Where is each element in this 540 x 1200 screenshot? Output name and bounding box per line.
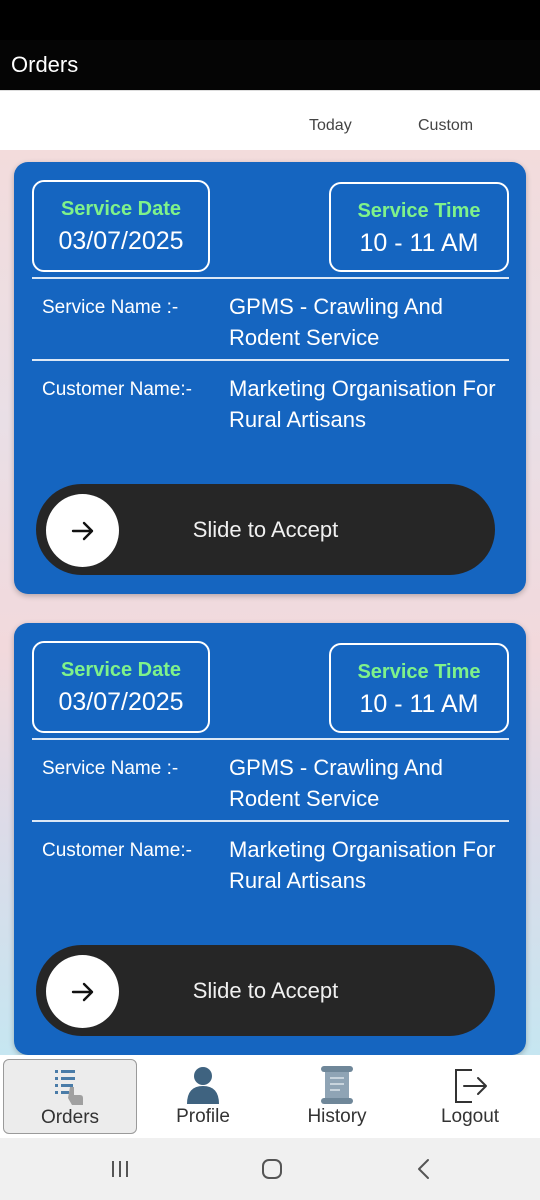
- scroll-icon: [321, 1066, 353, 1104]
- service-time-box: Service Time 10 - 11 AM: [329, 182, 509, 272]
- arrow-right-icon: [71, 521, 93, 540]
- status-bar: [0, 0, 540, 40]
- app-bar: Orders: [0, 40, 540, 90]
- nav-item-logout[interactable]: Logout: [403, 1059, 537, 1134]
- person-icon: [187, 1067, 219, 1104]
- service-name-label: Service Name :-: [42, 758, 179, 779]
- divider: [32, 820, 509, 822]
- customer-name-label: Customer Name:-: [42, 379, 192, 400]
- divider: [32, 359, 509, 361]
- divider: [32, 277, 509, 279]
- home-icon[interactable]: [252, 1154, 292, 1184]
- slider-handle[interactable]: [46, 955, 119, 1028]
- nav-label: Profile: [176, 1106, 230, 1127]
- slider-handle[interactable]: [46, 494, 119, 567]
- orders-list-icon: [55, 1070, 83, 1105]
- service-date-value: 03/07/2025: [58, 227, 184, 255]
- bottom-nav: Orders Profile History Logout: [0, 1055, 540, 1138]
- service-time-label: Service Time: [357, 661, 481, 683]
- nav-label: Logout: [440, 1106, 500, 1127]
- order-card: Service Date 03/07/2025 Service Time 10 …: [14, 623, 526, 1055]
- back-icon[interactable]: [404, 1154, 444, 1184]
- service-time-label: Service Time: [357, 200, 481, 222]
- divider: [32, 738, 509, 740]
- service-date-box: Service Date 03/07/2025: [32, 641, 210, 733]
- slide-to-accept[interactable]: Slide to Accept: [36, 945, 495, 1036]
- customer-name-label: Customer Name:-: [42, 840, 192, 861]
- system-nav-bar: [0, 1138, 540, 1200]
- recent-apps-icon[interactable]: [100, 1154, 140, 1184]
- service-date-box: Service Date 03/07/2025: [32, 180, 210, 272]
- orders-list[interactable]: Service Date 03/07/2025 Service Time 10 …: [0, 150, 540, 1055]
- service-time-value: 10 - 11 AM: [359, 690, 479, 718]
- nav-item-profile[interactable]: Profile: [136, 1059, 270, 1134]
- filter-custom-tab[interactable]: Custom: [418, 117, 473, 135]
- arrow-right-icon: [71, 982, 93, 1001]
- service-date-label: Service Date: [60, 198, 182, 220]
- customer-name-value: Marketing Organisation For Rural Artisan…: [229, 837, 496, 893]
- service-date-value: 03/07/2025: [58, 688, 184, 716]
- slide-to-accept[interactable]: Slide to Accept: [36, 484, 495, 575]
- service-date-label: Service Date: [60, 659, 182, 681]
- page-title: Orders: [11, 52, 79, 77]
- order-card: Service Date 03/07/2025 Service Time 10 …: [14, 162, 526, 594]
- nav-item-orders[interactable]: Orders: [3, 1059, 137, 1134]
- service-name-label: Service Name :-: [42, 297, 179, 318]
- service-name-value: GPMS - Crawling And Rodent Service: [229, 755, 443, 811]
- service-name-value: GPMS - Crawling And Rodent Service: [229, 294, 443, 350]
- service-time-box: Service Time 10 - 11 AM: [329, 643, 509, 733]
- service-time-value: 10 - 11 AM: [359, 229, 479, 257]
- nav-label: Orders: [40, 1107, 100, 1128]
- filter-today-tab[interactable]: Today: [309, 117, 352, 135]
- nav-label: History: [307, 1106, 367, 1127]
- nav-item-history[interactable]: History: [270, 1059, 404, 1134]
- customer-name-value: Marketing Organisation For Rural Artisan…: [229, 376, 496, 432]
- logout-icon: [455, 1069, 487, 1103]
- date-filter-bar: Today Custom: [0, 90, 540, 150]
